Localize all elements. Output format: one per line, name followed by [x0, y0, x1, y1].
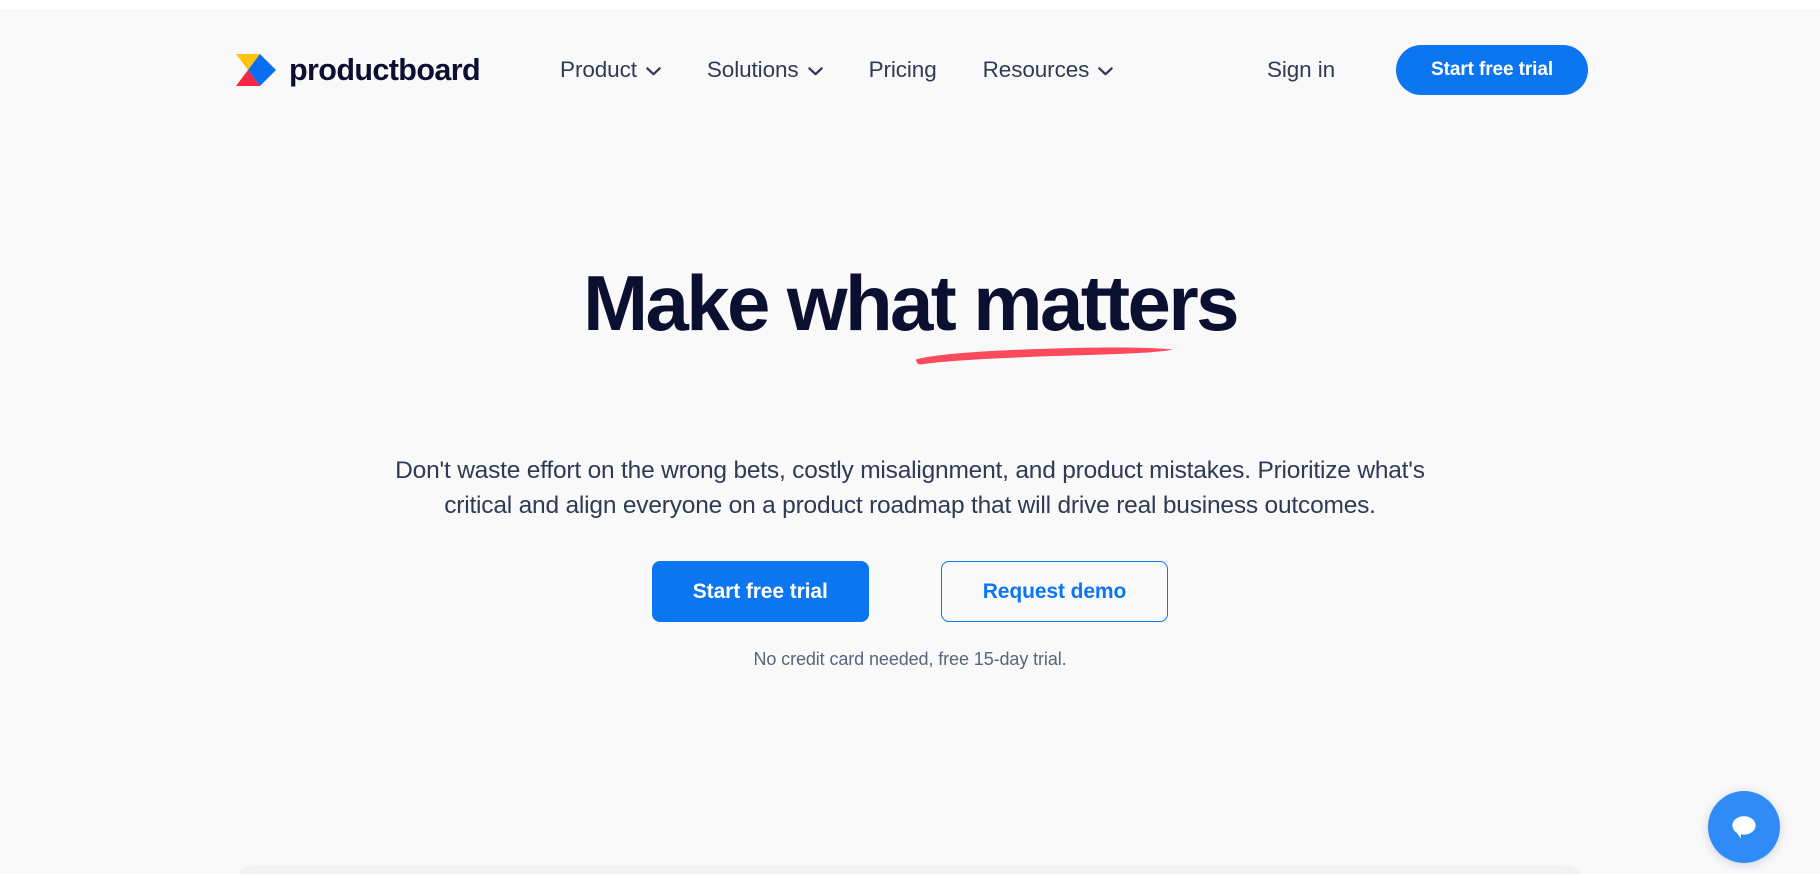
hero-request-demo-button[interactable]: Request demo — [940, 561, 1169, 622]
nav-item-label: Pricing — [868, 57, 937, 82]
brand-logo-link[interactable]: productboard — [236, 52, 481, 88]
hero-fineprint: No credit card needed, free 15-day trial… — [753, 649, 1067, 669]
header-actions: Sign in Start free trial — [1251, 45, 1588, 95]
next-section-panel — [236, 867, 1584, 874]
brush-underline-accent — [916, 347, 1174, 365]
page-title: Make what matters — [583, 259, 1239, 347]
headline-wrapper: Make what matters — [583, 259, 1239, 365]
header-start-free-trial-button[interactable]: Start free trial — [1396, 45, 1588, 95]
chevron-down-icon — [646, 67, 661, 76]
chevron-down-icon — [807, 67, 823, 76]
page-root: productboard Product Solutions Pricing R… — [0, 9, 1820, 874]
hero-start-free-trial-button[interactable]: Start free trial — [651, 561, 869, 622]
hero-section: Make what matters Don't waste effort on … — [0, 9, 1820, 874]
hero-subheading: Don't waste effort on the wrong bets, co… — [395, 457, 1425, 519]
chat-bubble-icon — [1732, 816, 1756, 839]
nav-item-solutions[interactable]: Solutions — [684, 47, 846, 93]
top-white-strip — [0, 0, 1820, 9]
nav-item-label: Product — [560, 57, 637, 82]
sign-in-link[interactable]: Sign in — [1251, 47, 1351, 93]
chat-launcher-button[interactable] — [1708, 791, 1780, 863]
chevron-down-icon — [1098, 67, 1114, 76]
nav-item-resources[interactable]: Resources — [960, 47, 1137, 93]
main-navigation: Product Solutions Pricing Resources — [537, 47, 1136, 93]
nav-item-pricing[interactable]: Pricing — [846, 47, 960, 93]
brand-name: productboard — [289, 52, 481, 87]
site-header: productboard Product Solutions Pricing R… — [0, 9, 1820, 131]
nav-item-label: Resources — [982, 57, 1090, 82]
productboard-logo-icon — [236, 54, 276, 86]
nav-item-product[interactable]: Product — [537, 47, 684, 93]
hero-cta-row: Start free trial Request demo — [651, 561, 1169, 622]
nav-item-label: Solutions — [706, 57, 799, 82]
